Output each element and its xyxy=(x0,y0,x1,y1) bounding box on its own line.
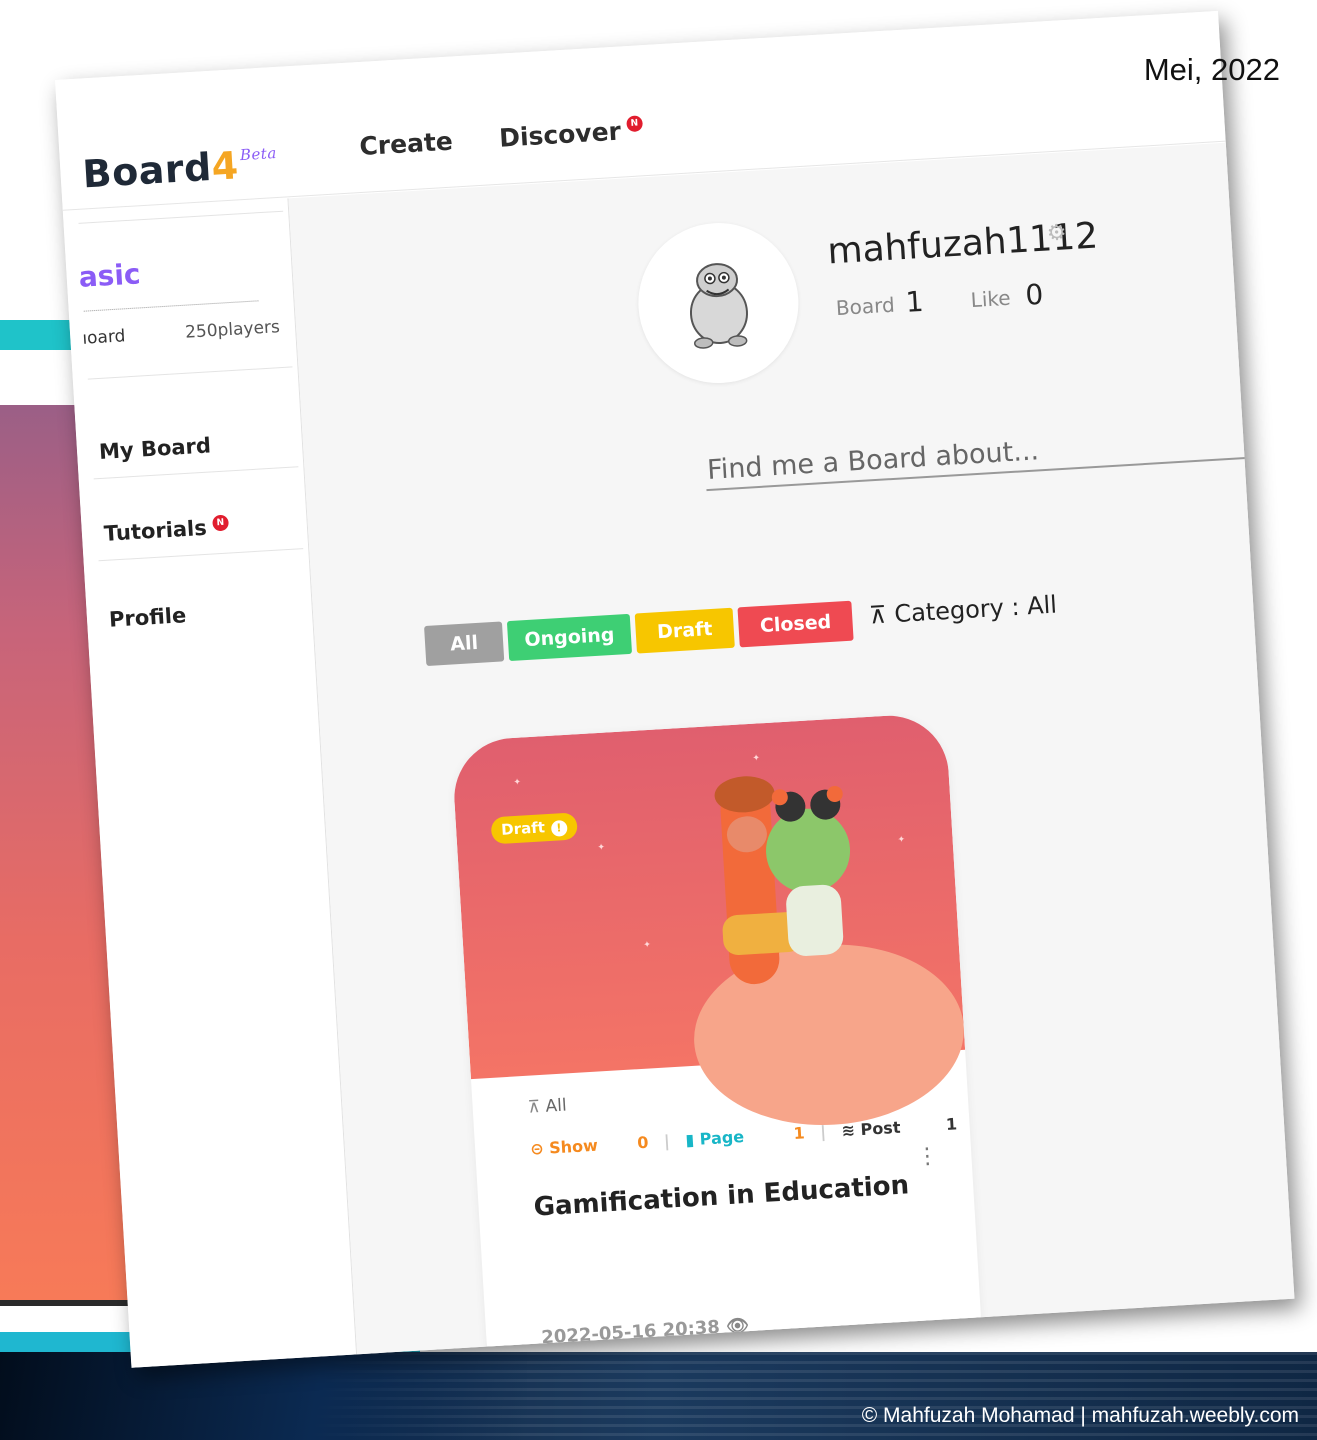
characters-illustration xyxy=(714,776,851,985)
sidebar-item-tutorials[interactable]: Tutorials N xyxy=(103,514,229,546)
plan-name: asic xyxy=(77,257,142,294)
show-label: Show xyxy=(548,1135,599,1158)
show-count: 0 xyxy=(636,1132,649,1153)
search-input[interactable] xyxy=(704,416,1250,492)
board-category-label: All xyxy=(545,1095,568,1117)
filter-closed[interactable]: Closed xyxy=(737,600,854,648)
page-icon: ▮ xyxy=(684,1129,695,1150)
sitemap-icon: ⊼ xyxy=(527,1097,541,1118)
like-count-label: Like xyxy=(969,285,1012,313)
sidebar-divider xyxy=(87,366,293,380)
post-count: 1 xyxy=(945,1114,958,1134)
plan-board-label: ıoard xyxy=(81,326,126,349)
search-bar xyxy=(704,416,1250,492)
board-count-value: 1 xyxy=(904,284,925,319)
main-content: mahfuzah1112 ⚙ Board 1 Like 0 All Ongoin… xyxy=(288,142,1295,1368)
sidebar-divider xyxy=(98,548,304,562)
status-badge: Draft! xyxy=(490,812,578,845)
star-icon: ✦ xyxy=(643,940,652,951)
gear-icon[interactable]: ⚙ xyxy=(1046,220,1067,246)
star-icon: ✦ xyxy=(597,842,606,854)
category-filter[interactable]: ⊼ Category : All xyxy=(868,591,1057,630)
page-count: 1 xyxy=(792,1123,806,1144)
board-date-label: 2022-05-16 20:38 xyxy=(540,1316,721,1349)
plan-players-count: 250players xyxy=(184,317,281,343)
star-icon: ✦ xyxy=(513,777,522,789)
status-badge-label: Draft xyxy=(500,818,546,839)
sidebar-divider xyxy=(78,210,284,224)
board-stats: ⊝ Show 0 | ▮ Page 1 | ≋ Post 1 xyxy=(529,1114,958,1159)
sidebar-item-label: Tutorials xyxy=(103,515,208,546)
plan-divider xyxy=(83,300,259,312)
board-card-image: ✦ ✦ ✦ ✦ ✦ Draft ! xyxy=(450,712,970,1133)
app-logo[interactable]: Board4Beta xyxy=(81,141,278,196)
board-category: ⊼ All xyxy=(527,1095,567,1117)
nav-discover[interactable]: Discover N xyxy=(498,115,643,153)
category-filter-label: Category : All xyxy=(893,590,1058,629)
sidebar-divider xyxy=(93,466,299,480)
layers-icon: ≋ xyxy=(841,1120,856,1141)
logo-text: Board xyxy=(81,144,213,197)
board-card[interactable]: ✦ ✦ ✦ ✦ ✦ Draft ! ⊼ All ⊝ Show 0 | ▮ Pag… xyxy=(450,712,985,1368)
sidebar-item-profile[interactable]: Profile xyxy=(108,603,186,632)
nav-discover-label: Discover xyxy=(498,116,622,153)
nav-create[interactable]: Create xyxy=(359,127,454,161)
copyright-notice: © Mahfuzah Mohamad | mahfuzah.weebly.com xyxy=(861,1404,1299,1427)
board-title[interactable]: Gamification in Education xyxy=(533,1170,910,1222)
post-label: Post xyxy=(859,1117,901,1140)
link-icon: ⊝ xyxy=(529,1138,545,1159)
more-options-icon[interactable]: ⋮ xyxy=(916,1144,939,1170)
new-badge-icon: N xyxy=(625,115,643,133)
eye-icon: 👁 xyxy=(725,1315,750,1338)
sidebar-item-my-board[interactable]: My Board xyxy=(98,433,211,464)
board-date: 2022-05-16 20:38 👁 xyxy=(541,1315,750,1348)
filter-draft[interactable]: Draft xyxy=(634,607,735,654)
sitemap-icon: ⊼ xyxy=(868,600,888,630)
new-badge-icon: N xyxy=(211,514,229,532)
filter-all[interactable]: All xyxy=(424,621,505,667)
board-count-label: Board xyxy=(835,292,896,321)
app-screenshot: Board4Beta Create Discover N asic ıoard 2… xyxy=(55,10,1295,1368)
info-icon: ! xyxy=(550,819,568,837)
logo-four: 4 xyxy=(210,143,240,189)
star-icon: ✦ xyxy=(897,834,906,846)
beta-label: Beta xyxy=(239,143,278,165)
like-count-value: 0 xyxy=(1024,277,1045,312)
monster-avatar-icon xyxy=(689,263,748,349)
star-icon: ✦ xyxy=(752,753,761,764)
filter-ongoing[interactable]: Ongoing xyxy=(506,613,633,662)
slide-date: Mei, 2022 xyxy=(1143,52,1280,87)
page-label: Page xyxy=(699,1127,745,1149)
avatar[interactable] xyxy=(633,218,803,388)
